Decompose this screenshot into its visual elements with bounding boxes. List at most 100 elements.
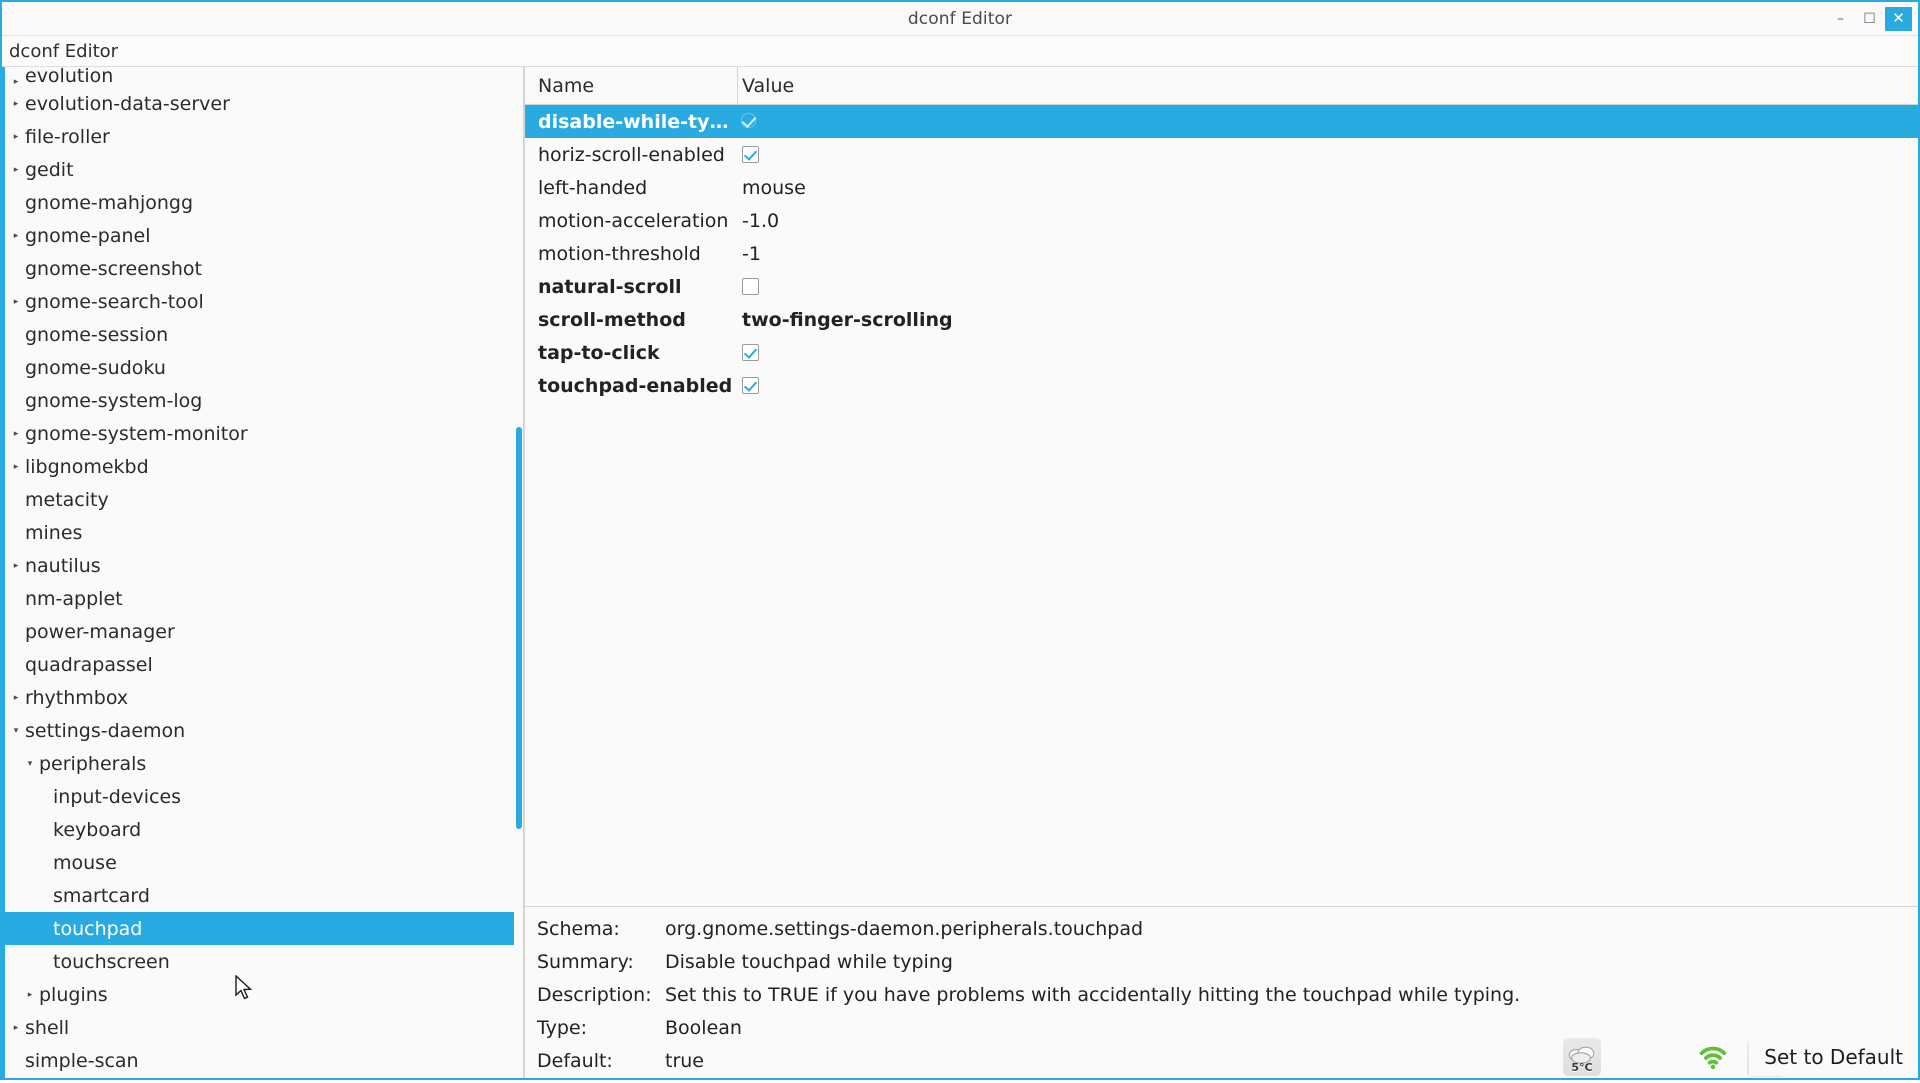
value-checkbox[interactable] bbox=[742, 146, 759, 163]
tree-item-quadrapassel[interactable]: quadrapassel bbox=[2, 648, 523, 681]
key-row[interactable]: horiz-scroll-enabled bbox=[525, 138, 1918, 171]
chevron-right-icon[interactable]: ▸ bbox=[9, 693, 23, 703]
tree-item-gnome-mahjongg[interactable]: gnome-mahjongg bbox=[2, 186, 523, 219]
set-to-default-button[interactable]: Set to Default bbox=[1749, 1038, 1914, 1076]
tree-item-gnome-screenshot[interactable]: gnome-screenshot bbox=[2, 252, 523, 285]
key-row[interactable]: natural-scroll bbox=[525, 270, 1918, 303]
chevron-right-icon[interactable]: ▸ bbox=[23, 990, 37, 1000]
detail-label: Schema: bbox=[537, 918, 665, 940]
tree-item-simple-scan[interactable]: simple-scan bbox=[2, 1044, 523, 1077]
minimize-button[interactable]: – bbox=[1827, 7, 1854, 31]
tree-scrollbar-thumb[interactable] bbox=[516, 427, 522, 829]
tree-item-peripherals[interactable]: ▾peripherals bbox=[2, 747, 523, 780]
tree-item-evolution-data-server[interactable]: ▸evolution-data-server bbox=[2, 87, 523, 120]
column-header-name[interactable]: Name bbox=[525, 67, 738, 104]
wifi-icon[interactable] bbox=[1694, 1038, 1732, 1076]
key-row[interactable]: scroll-methodtwo-finger-scrolling bbox=[525, 303, 1918, 336]
tree-item-rhythmbox[interactable]: ▸rhythmbox bbox=[2, 681, 523, 714]
tree-item-power-manager[interactable]: power-manager bbox=[2, 615, 523, 648]
chevron-right-icon[interactable]: ▸ bbox=[9, 77, 23, 87]
tree-item-nautilus[interactable]: ▸nautilus bbox=[2, 549, 523, 582]
key-value[interactable] bbox=[738, 344, 1918, 361]
maximize-button[interactable]: ☐ bbox=[1856, 7, 1883, 31]
tree-scrollbar[interactable] bbox=[514, 67, 523, 1078]
chevron-right-icon[interactable]: ▸ bbox=[9, 1023, 23, 1033]
tree-item-plugins[interactable]: ▸plugins bbox=[2, 978, 523, 1011]
tree-item-label: power-manager bbox=[23, 621, 175, 643]
chevron-right-icon[interactable]: ▸ bbox=[9, 561, 23, 571]
tree-item-keyboard[interactable]: keyboard bbox=[2, 813, 523, 846]
chevron-right-icon[interactable]: ▸ bbox=[9, 429, 23, 439]
tree-item-mouse[interactable]: mouse bbox=[2, 846, 523, 879]
column-header-value[interactable]: Value bbox=[738, 75, 1918, 97]
tree-item-label: peripherals bbox=[37, 753, 146, 775]
key-name: motion-threshold bbox=[525, 243, 738, 265]
tree-item-gnome-search-tool[interactable]: ▸gnome-search-tool bbox=[2, 285, 523, 318]
tree-item-label: nm-applet bbox=[23, 588, 123, 610]
key-value[interactable] bbox=[738, 377, 1918, 394]
tree-item-metacity[interactable]: metacity bbox=[2, 483, 523, 516]
tree-item-gedit[interactable]: ▸gedit bbox=[2, 153, 523, 186]
tree-item-shell[interactable]: ▸shell bbox=[2, 1011, 523, 1044]
tree-item-label: evolution bbox=[23, 67, 113, 87]
tree-item-label: file-roller bbox=[23, 126, 110, 148]
window-controls: – ☐ ✕ bbox=[1827, 2, 1912, 35]
value-checkbox[interactable] bbox=[742, 278, 759, 295]
tree-item-label: nautilus bbox=[23, 555, 101, 577]
tree-item-settings-daemon[interactable]: ▾settings-daemon bbox=[2, 714, 523, 747]
tree-item-evolution[interactable]: ▸evolution bbox=[2, 67, 523, 87]
chevron-right-icon[interactable]: ▸ bbox=[9, 132, 23, 142]
close-button[interactable]: ✕ bbox=[1885, 7, 1912, 31]
chevron-right-icon[interactable]: ▸ bbox=[9, 297, 23, 307]
detail-value: org.gnome.settings-daemon.peripherals.to… bbox=[665, 918, 1143, 940]
tree-item-file-roller[interactable]: ▸file-roller bbox=[2, 120, 523, 153]
key-value[interactable] bbox=[738, 113, 1918, 130]
chevron-right-icon[interactable]: ▸ bbox=[9, 231, 23, 241]
cloud-icon[interactable]: 5°C bbox=[1563, 1038, 1601, 1076]
dconf-editor-window: dconf Editor – ☐ ✕ dconf Editor ▸evoluti… bbox=[0, 0, 1920, 1080]
tree-item-gnome-system-monitor[interactable]: ▸gnome-system-monitor bbox=[2, 417, 523, 450]
value-checkbox[interactable] bbox=[742, 344, 759, 361]
chevron-right-icon[interactable]: ▸ bbox=[9, 99, 23, 109]
app-header: dconf Editor bbox=[2, 36, 1918, 66]
key-list-rows[interactable]: disable-while-typinghoriz-scroll-enabled… bbox=[525, 105, 1918, 906]
key-pane: Name Value disable-while-typinghoriz-scr… bbox=[524, 67, 1918, 1078]
tree-item-input-devices[interactable]: input-devices bbox=[2, 780, 523, 813]
tree-item-libgnomekbd[interactable]: ▸libgnomekbd bbox=[2, 450, 523, 483]
key-row[interactable]: disable-while-typing bbox=[525, 105, 1918, 138]
tree-item-touchpad[interactable]: touchpad bbox=[2, 912, 523, 945]
key-value[interactable]: two-finger-scrolling bbox=[738, 309, 1918, 331]
key-value[interactable] bbox=[738, 146, 1918, 163]
key-row[interactable]: touchpad-enabled bbox=[525, 369, 1918, 402]
key-row[interactable]: tap-to-click bbox=[525, 336, 1918, 369]
key-row[interactable]: left-handedmouse bbox=[525, 171, 1918, 204]
key-row[interactable]: motion-acceleration-1.0 bbox=[525, 204, 1918, 237]
tree-item-gnome-session[interactable]: gnome-session bbox=[2, 318, 523, 351]
tree-item-gnome-panel[interactable]: ▸gnome-panel bbox=[2, 219, 523, 252]
chevron-down-icon[interactable]: ▾ bbox=[23, 759, 37, 769]
value-checkbox[interactable] bbox=[742, 377, 759, 394]
tree-item-label: libgnomekbd bbox=[23, 456, 149, 478]
tree-item-touchscreen[interactable]: touchscreen bbox=[2, 945, 523, 978]
tree-item-gnome-sudoku[interactable]: gnome-sudoku bbox=[2, 351, 523, 384]
detail-value: true bbox=[665, 1050, 704, 1072]
chevron-right-icon[interactable]: ▸ bbox=[9, 165, 23, 175]
value-checkbox[interactable] bbox=[742, 113, 759, 130]
detail-value: Set this to TRUE if you have problems wi… bbox=[665, 984, 1520, 1006]
detail-label: Default: bbox=[537, 1050, 665, 1072]
tree-item-nm-applet[interactable]: nm-applet bbox=[2, 582, 523, 615]
tree-item-label: gnome-system-monitor bbox=[23, 423, 248, 445]
tree-item-gnome-system-log[interactable]: gnome-system-log bbox=[2, 384, 523, 417]
tree-item-mines[interactable]: mines bbox=[2, 516, 523, 549]
key-list-header: Name Value bbox=[525, 67, 1918, 105]
schema-tree[interactable]: ▸evolution▸evolution-data-server▸file-ro… bbox=[2, 67, 523, 1078]
tree-item-smartcard[interactable]: smartcard bbox=[2, 879, 523, 912]
schema-tree-pane: ▸evolution▸evolution-data-server▸file-ro… bbox=[2, 67, 524, 1078]
key-value[interactable]: mouse bbox=[738, 177, 1918, 199]
key-value[interactable]: -1.0 bbox=[738, 210, 1918, 232]
key-value[interactable] bbox=[738, 278, 1918, 295]
key-row[interactable]: motion-threshold-1 bbox=[525, 237, 1918, 270]
key-value[interactable]: -1 bbox=[738, 243, 1918, 265]
chevron-down-icon[interactable]: ▾ bbox=[9, 726, 23, 736]
chevron-right-icon[interactable]: ▸ bbox=[9, 462, 23, 472]
